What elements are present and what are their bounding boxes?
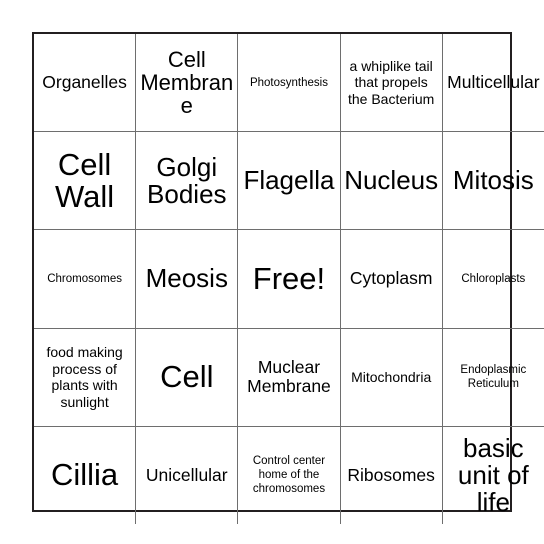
bingo-row: Chromosomes Meosis Free! Cytoplasm Chlor… bbox=[34, 229, 544, 329]
bingo-cell-text: Nucleus bbox=[344, 165, 439, 196]
bingo-cell-text: Endoplasmic Reticulum bbox=[460, 364, 527, 391]
bingo-cell-r0c0[interactable]: Organelles bbox=[34, 34, 137, 133]
bingo-row: Organelles Cell Membrane Photosynthesis … bbox=[34, 34, 544, 133]
bingo-cell-r0c1[interactable]: Cell Membrane bbox=[135, 34, 239, 133]
bingo-cell-text: Muclear Membrane bbox=[247, 356, 331, 397]
bingo-card: Organelles Cell Membrane Photosynthesis … bbox=[32, 32, 544, 524]
bingo-cell-r2c0[interactable]: Chromosomes bbox=[34, 229, 137, 329]
bingo-grid: Organelles Cell Membrane Photosynthesis … bbox=[34, 34, 544, 524]
bingo-cell-text: Cell Wall bbox=[55, 146, 115, 214]
bingo-cell-text: Cell bbox=[160, 359, 214, 395]
bingo-cell-r3c0[interactable]: food making process of plants with sunli… bbox=[34, 327, 137, 427]
bingo-cell-r1c2[interactable]: Flagella bbox=[237, 131, 341, 231]
bingo-cell-text: Cell Membrane bbox=[140, 46, 234, 119]
bingo-cell-text: Cillia bbox=[51, 457, 119, 493]
bingo-cell-r2c1[interactable]: Meosis bbox=[135, 229, 239, 329]
bingo-cell-text: Ribosomes bbox=[347, 464, 435, 485]
bingo-cell-text: food making process of plants with sunli… bbox=[46, 344, 123, 410]
bingo-cell-text: Mitochondria bbox=[351, 368, 432, 385]
bingo-cell-text: basic unit of life bbox=[457, 432, 529, 517]
bingo-grid-body: Organelles Cell Membrane Photosynthesis … bbox=[34, 34, 544, 524]
bingo-cell-r4c3[interactable]: Ribosomes bbox=[339, 425, 443, 524]
bingo-cell-r1c3[interactable]: Nucleus bbox=[339, 131, 443, 231]
bingo-cell-r0c2[interactable]: Photosynthesis bbox=[237, 34, 341, 133]
bingo-cell-text: Mitosis bbox=[452, 165, 534, 196]
bingo-cell-text: Golgi Bodies bbox=[147, 151, 227, 209]
bingo-cell-r4c0[interactable]: Cillia bbox=[34, 425, 137, 524]
bingo-cell-text: Chloroplasts bbox=[461, 272, 526, 285]
bingo-row: Cillia Unicellular Control center home o… bbox=[34, 425, 544, 524]
bingo-free-space-label: Free! bbox=[252, 260, 326, 296]
bingo-cell-r1c4[interactable]: Mitosis bbox=[441, 131, 544, 231]
bingo-cell-text: Photosynthesis bbox=[249, 76, 328, 89]
bingo-cell-r3c4[interactable]: Endoplasmic Reticulum bbox=[441, 327, 544, 427]
bingo-cell-r4c1[interactable]: Unicellular bbox=[135, 425, 239, 524]
bingo-cell-text: Flagella bbox=[243, 165, 335, 196]
bingo-cell-text: Cytoplasm bbox=[349, 268, 433, 289]
bingo-cell-r2c3[interactable]: Cytoplasm bbox=[339, 229, 443, 329]
bingo-cell-r0c4[interactable]: Multicellular bbox=[441, 34, 544, 133]
bingo-cell-r4c2[interactable]: Control center home of the chromosomes bbox=[237, 425, 341, 524]
bingo-cell-r0c3[interactable]: a whiplike tail that propels the Bacteri… bbox=[339, 34, 443, 133]
bingo-cell-text: Unicellular bbox=[145, 464, 228, 485]
bingo-cell-r4c4[interactable]: basic unit of life bbox=[441, 425, 544, 524]
bingo-cell-r1c0[interactable]: Cell Wall bbox=[34, 131, 137, 231]
bingo-row: Cell Wall Golgi Bodies Flagella Nucleus … bbox=[34, 131, 544, 231]
bingo-cell-r3c2[interactable]: Muclear Membrane bbox=[237, 327, 341, 427]
bingo-cell-text: Organelles bbox=[42, 71, 127, 92]
bingo-cell-text: a whiplike tail that propels the Bacteri… bbox=[347, 57, 435, 107]
bingo-cell-r1c1[interactable]: Golgi Bodies bbox=[135, 131, 239, 231]
bingo-cell-text: Meosis bbox=[145, 263, 228, 294]
bingo-cell-r2c4[interactable]: Chloroplasts bbox=[441, 229, 544, 329]
bingo-cell-r3c1[interactable]: Cell bbox=[135, 327, 239, 427]
bingo-cell-r3c3[interactable]: Mitochondria bbox=[339, 327, 443, 427]
bingo-cell-text: Chromosomes bbox=[47, 272, 122, 285]
bingo-row: food making process of plants with sunli… bbox=[34, 327, 544, 427]
bingo-cell-text: Multicellular bbox=[447, 71, 540, 92]
bingo-cell-text: Control center home of the chromosomes bbox=[252, 455, 326, 496]
bingo-cell-free-space[interactable]: Free! bbox=[237, 229, 341, 329]
